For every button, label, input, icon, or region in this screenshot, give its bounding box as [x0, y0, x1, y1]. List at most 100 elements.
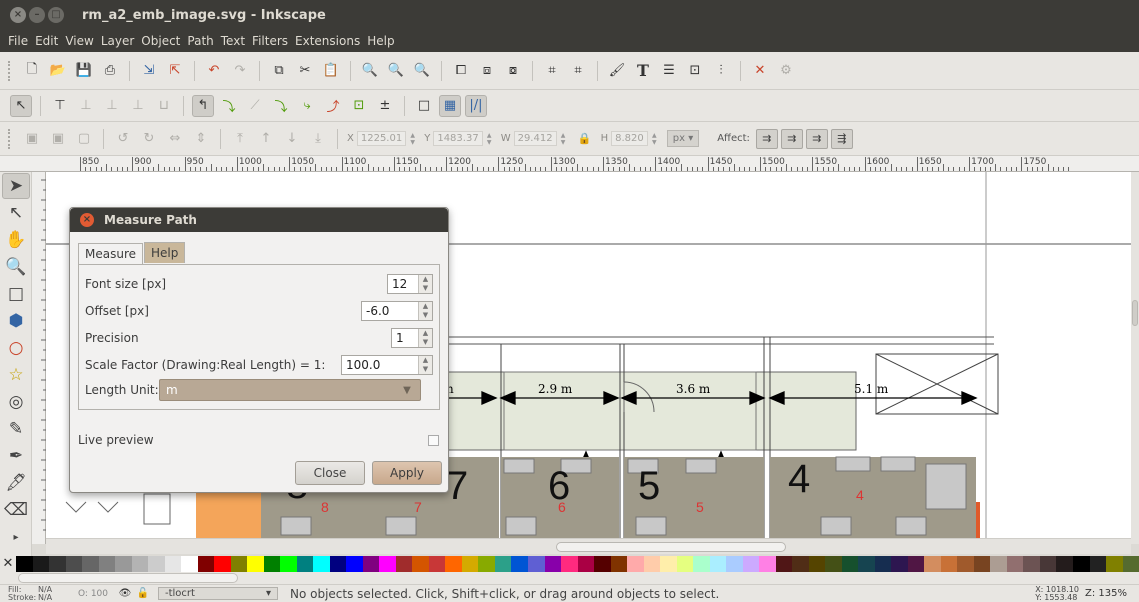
spinner-arrows-icon[interactable]: ▲ ▼ — [418, 302, 432, 320]
font-size-spinner[interactable]: 12 ▲ ▼ — [387, 274, 433, 294]
color-swatch[interactable] — [627, 556, 644, 572]
save-icon[interactable]: 💾 — [73, 60, 95, 82]
zoom-field[interactable]: Z: 135% — [1085, 588, 1127, 599]
color-swatch[interactable] — [577, 556, 595, 572]
affect-corners-icon[interactable]: ⇉ — [780, 128, 803, 149]
group-icon[interactable]: ⌗ — [541, 60, 563, 82]
open-icon[interactable]: 📂 — [47, 60, 69, 82]
snap-page-border-icon[interactable]: □ — [413, 95, 435, 117]
color-swatch[interactable] — [940, 556, 958, 572]
import-icon[interactable]: ⇲ — [138, 60, 160, 82]
layers-icon[interactable]: ☰ — [658, 60, 680, 82]
paste-icon[interactable]: 📋 — [320, 60, 342, 82]
color-swatch[interactable] — [610, 556, 628, 572]
3d-box-tool-icon[interactable]: ⬢ — [2, 308, 30, 334]
spinner-arrows-icon[interactable]: ▲ ▼ — [418, 356, 432, 374]
color-swatch[interactable] — [379, 556, 396, 572]
color-swatch[interactable] — [544, 556, 562, 572]
zoom-tool-icon[interactable]: 🔍 — [2, 254, 30, 280]
window-minimize-button[interactable]: – — [29, 7, 45, 23]
color-swatch[interactable] — [16, 556, 33, 572]
palette-scroll-thumb[interactable] — [18, 573, 238, 583]
vertical-scrollbar[interactable] — [1131, 172, 1139, 544]
color-swatch[interactable] — [709, 556, 727, 572]
y-field[interactable]: 1483.37 — [433, 131, 483, 146]
color-swatch[interactable] — [841, 556, 859, 572]
pen-tool-icon[interactable]: ✒ — [2, 443, 30, 469]
menu-help[interactable]: Help — [367, 34, 394, 48]
lower-to-bottom-icon[interactable]: ⤓ — [307, 128, 329, 150]
color-swatch[interactable] — [1006, 556, 1024, 572]
window-maximize-button[interactable]: □ — [48, 7, 64, 23]
tab-help[interactable]: Help — [144, 242, 186, 263]
color-swatch[interactable] — [1106, 556, 1123, 572]
color-swatch[interactable] — [660, 556, 677, 572]
star-tool-icon[interactable]: ☆ — [2, 362, 30, 388]
color-swatch[interactable] — [643, 556, 661, 572]
color-swatch[interactable] — [494, 556, 512, 572]
snap-object-center-icon[interactable]: ⊡ — [348, 95, 370, 117]
ellipse-tool-icon[interactable]: ○ — [2, 335, 30, 361]
spinner-arrows-icon[interactable]: ▲ ▼ — [418, 329, 432, 347]
align-icon[interactable]: ⫶ — [710, 60, 732, 82]
snap-bbox-corner-icon[interactable]: ⊥ — [101, 95, 123, 117]
color-swatch[interactable] — [858, 556, 875, 572]
color-swatch[interactable] — [511, 556, 528, 572]
color-swatch[interactable] — [313, 556, 330, 572]
snap-path-icon[interactable]: ⤵ — [218, 95, 240, 117]
color-swatch[interactable] — [759, 556, 776, 572]
duplicate-icon[interactable]: ⧠ — [450, 60, 472, 82]
color-swatch[interactable] — [825, 556, 842, 572]
document-properties-icon[interactable]: ✕ — [749, 60, 771, 82]
menu-filters[interactable]: Filters — [252, 34, 288, 48]
snap-cusp-icon[interactable]: ⤵ — [270, 95, 292, 117]
color-swatch[interactable] — [1056, 556, 1073, 572]
snap-midpoint-icon[interactable]: ⤴ — [322, 95, 344, 117]
color-swatch[interactable] — [280, 556, 297, 572]
color-swatch[interactable] — [98, 556, 116, 572]
pencil-tool-icon[interactable]: ✎ — [2, 416, 30, 442]
text-font-icon[interactable]: T — [632, 60, 654, 82]
color-swatch[interactable] — [296, 556, 314, 572]
color-swatch[interactable] — [676, 556, 694, 572]
select-all-layers-icon[interactable]: ▣ — [47, 128, 69, 150]
offset-spinner[interactable]: -6.0 ▲ ▼ — [361, 301, 433, 321]
affect-stroke-icon[interactable]: ⇉ — [755, 128, 778, 149]
visibility-eye-icon[interactable]: 👁 — [118, 583, 132, 602]
color-swatch[interactable] — [1023, 556, 1040, 572]
toolbox-more-icon[interactable]: ▸ — [2, 524, 30, 550]
redo-icon[interactable]: ↷ — [229, 60, 251, 82]
selector-tool-icon[interactable]: ➤ — [2, 173, 30, 199]
rotate-cw-icon[interactable]: ↻ — [138, 128, 160, 150]
rotate-ccw-icon[interactable]: ↺ — [112, 128, 134, 150]
w-spinner[interactable]: ▲ ▼ — [559, 132, 568, 146]
clone-icon[interactable]: ⧈ — [476, 60, 498, 82]
node-tool-icon[interactable]: ↖ — [2, 200, 30, 226]
color-swatch[interactable] — [973, 556, 991, 572]
flip-vertical-icon[interactable]: ⇕ — [190, 128, 212, 150]
fill-stroke-values[interactable]: N/A N/A — [38, 585, 78, 602]
color-swatch[interactable] — [329, 556, 347, 572]
apply-button[interactable]: Apply — [372, 461, 442, 485]
raise-to-top-icon[interactable]: ⤒ — [229, 128, 251, 150]
calligraphy-tool-icon[interactable]: 🖋 — [2, 470, 30, 496]
y-spinner[interactable]: ▲ ▼ — [485, 132, 494, 146]
zoom-page-icon[interactable]: 🔍 — [411, 60, 433, 82]
color-swatch[interactable] — [247, 556, 264, 572]
menu-edit[interactable]: Edit — [35, 34, 58, 48]
color-swatch[interactable] — [874, 556, 892, 572]
undo-icon[interactable]: ↶ — [203, 60, 225, 82]
color-swatch[interactable] — [461, 556, 479, 572]
window-close-button[interactable]: × — [10, 7, 26, 23]
unit-select[interactable]: px ▾ — [666, 130, 700, 147]
color-swatch[interactable] — [65, 556, 83, 572]
vertical-ruler[interactable] — [32, 172, 46, 544]
color-swatch[interactable] — [164, 556, 182, 572]
color-swatch[interactable] — [594, 556, 611, 572]
color-swatch[interactable] — [32, 556, 50, 572]
menu-object[interactable]: Object — [141, 34, 180, 48]
precision-spinner[interactable]: 1 ▲ ▼ — [391, 328, 433, 348]
snap-bbox-edge-icon[interactable]: ⊥ — [75, 95, 97, 117]
color-swatch[interactable] — [49, 556, 66, 572]
horizontal-scrollbar[interactable] — [46, 538, 1131, 554]
